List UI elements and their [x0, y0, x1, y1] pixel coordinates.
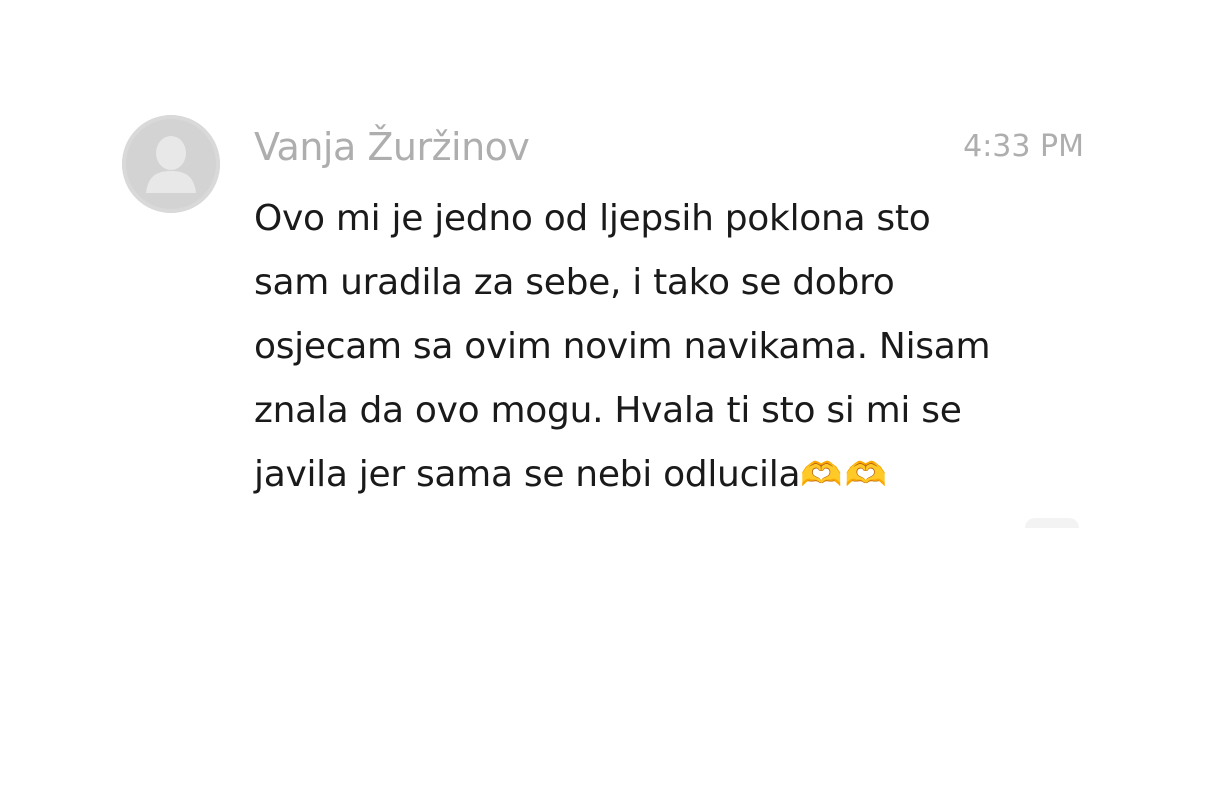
message-line-last: javila jer sama se nebi odlucila🫶🫶 [254, 443, 1074, 507]
sender-name: Vanja Žuržinov [254, 125, 530, 169]
scroll-hint [1025, 518, 1079, 528]
message-line-text: javila jer sama se nebi odlucila [254, 454, 801, 495]
heart-hands-icon: 🫶🫶 [800, 455, 889, 495]
message-line: znala da ovo mogu. Hvala ti sto si mi se [254, 390, 962, 431]
message-line: sam uradila za sebe, i tako se dobro [254, 262, 895, 303]
message-timestamp: 4:33 PM [963, 129, 1084, 164]
message-line: osjecam sa ovim novim navikama. Nisam [254, 326, 991, 367]
message-line: Ovo mi je jedno od ljepsih poklona sto [254, 198, 931, 239]
user-avatar-icon[interactable] [122, 115, 220, 213]
message-text: Ovo mi je jedno od ljepsih poklona sto s… [254, 187, 1074, 507]
